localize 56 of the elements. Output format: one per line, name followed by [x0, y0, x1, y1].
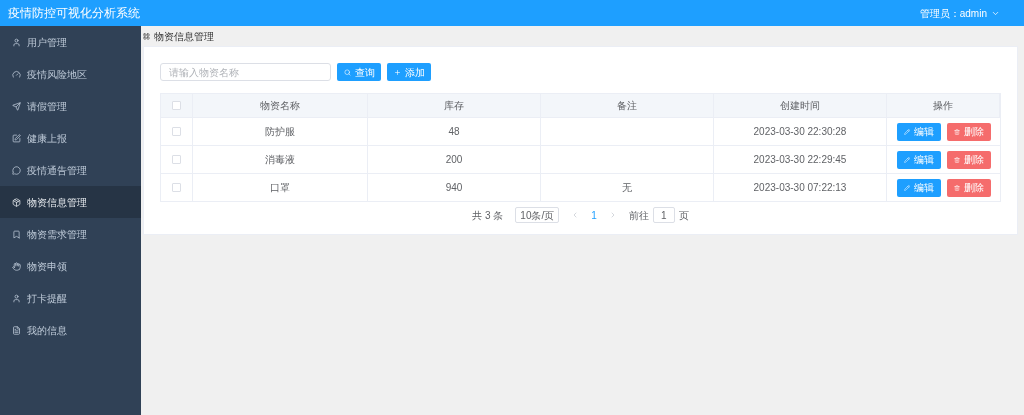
total-count: 共 3 条 — [472, 208, 504, 223]
trash-icon — [953, 156, 960, 163]
select-all-checkbox[interactable] — [172, 101, 181, 110]
bookmark-icon — [12, 229, 21, 239]
pencil-icon — [903, 184, 910, 191]
table-cell-text: 2023-03-30 22:29:45 — [753, 153, 847, 167]
app-title: 疫情防控可视化分析系统 — [8, 5, 140, 22]
goto-label: 前往 — [628, 208, 649, 223]
page-suffix: 页 — [678, 208, 689, 223]
sidebar-item[interactable]: 打卡提醒 — [0, 282, 141, 314]
plus-icon — [393, 68, 401, 76]
box-icon — [12, 197, 21, 207]
chat-icon — [12, 165, 21, 175]
trash-icon — [953, 128, 960, 135]
search-icon — [343, 68, 351, 76]
sidebar-item[interactable]: 疫情风险地区 — [0, 58, 141, 90]
table-cell-text: 2023-03-30 07:22:13 — [753, 181, 847, 195]
send-icon — [12, 101, 21, 111]
table-cell-text: 无 — [622, 181, 632, 195]
breadcrumb: 物资信息管理 — [154, 29, 214, 44]
goto-page-field[interactable]: 1 — [652, 207, 675, 223]
user-icon — [12, 293, 21, 303]
pencil-icon — [903, 156, 910, 163]
sidebar-item[interactable]: 物资需求管理 — [0, 218, 141, 250]
trash-icon — [953, 184, 960, 191]
sidebar-item[interactable]: 用户管理 — [0, 26, 141, 58]
edit-icon — [12, 133, 21, 143]
sidebar-item[interactable]: 物资信息管理 — [0, 186, 141, 218]
pencil-icon — [903, 128, 910, 135]
column-header: 创建时间 — [780, 99, 820, 113]
sidebar-item[interactable]: 请假管理 — [0, 90, 141, 122]
row-checkbox[interactable] — [172, 183, 181, 192]
column-header: 库存 — [444, 99, 464, 113]
sidebar-item[interactable]: 物资申领 — [0, 250, 141, 282]
table-cell-text: 口罩 — [270, 181, 290, 195]
table-cell-text: 200 — [445, 153, 463, 167]
column-header: 操作 — [933, 99, 953, 113]
search-field[interactable]: 请输入物资名称 — [160, 63, 331, 81]
table-cell-text: 消毒液 — [265, 153, 295, 167]
row-checkbox[interactable] — [172, 155, 181, 164]
table-cell-text: 防护服 — [265, 125, 295, 139]
column-header: 物资名称 — [260, 99, 300, 113]
sidebar-item[interactable]: 健康上报 — [0, 122, 141, 154]
table-cell-text: 2023-03-30 22:30:28 — [753, 125, 847, 139]
file-icon — [12, 325, 21, 335]
page-size-select[interactable]: 10条/页 — [515, 207, 560, 223]
sidebar-item[interactable]: 疫情通告管理 — [0, 154, 141, 186]
user-icon — [12, 37, 21, 47]
table-cell-text: 48 — [448, 125, 460, 139]
table-cell-text: 940 — [445, 181, 463, 195]
column-header: 备注 — [617, 99, 637, 113]
gauge-icon — [12, 69, 21, 79]
sidebar-item[interactable]: 我的信息 — [0, 314, 141, 346]
hand-icon — [12, 261, 21, 271]
grid-icon — [143, 32, 150, 40]
row-checkbox[interactable] — [172, 127, 181, 136]
